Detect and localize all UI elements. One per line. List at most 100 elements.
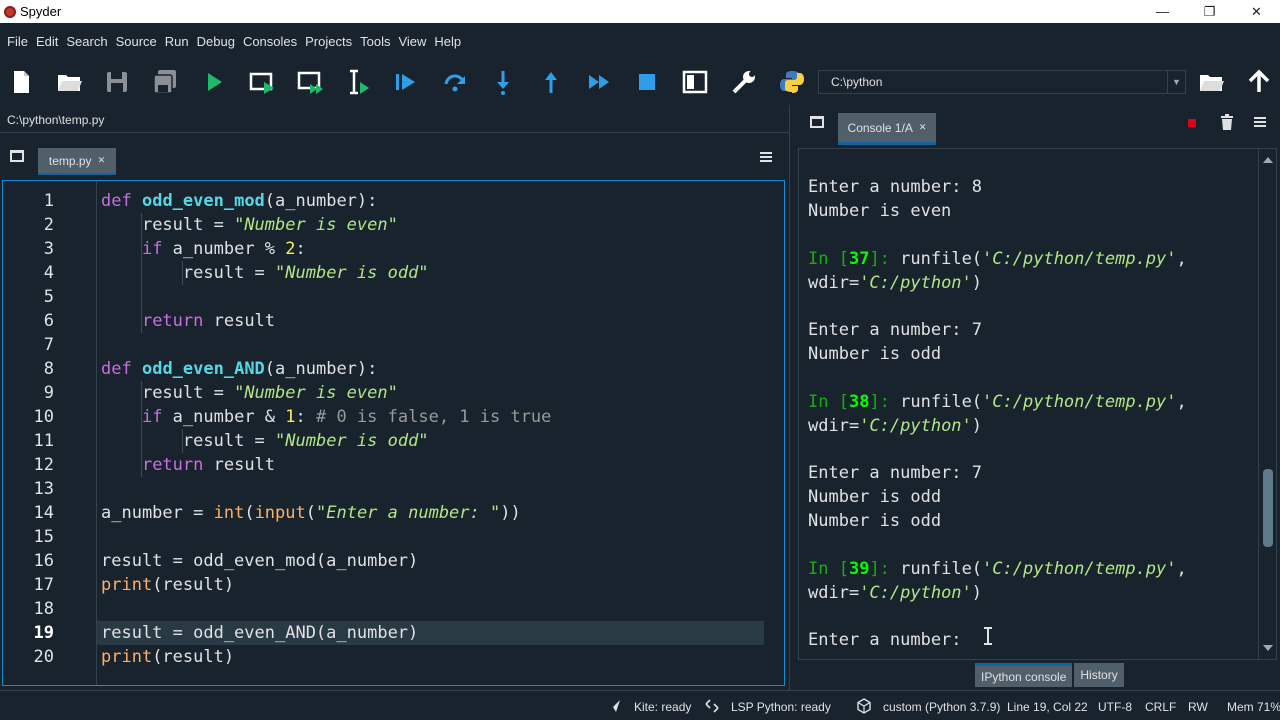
menu-edit[interactable]: Edit: [32, 34, 62, 49]
menu-debug[interactable]: Debug: [193, 34, 239, 49]
menu-tools[interactable]: Tools: [356, 34, 394, 49]
browse-directory-icon[interactable]: [1195, 67, 1227, 97]
close-tab-icon[interactable]: ✕: [98, 155, 106, 166]
tab-history[interactable]: History: [1074, 663, 1124, 687]
tab-ipython-console[interactable]: IPython console: [975, 663, 1073, 687]
menu-search[interactable]: Search: [62, 34, 111, 49]
line-number: 14: [33, 503, 54, 523]
code-line: if a_number & 1: # 0 is false, 1 is true: [141, 407, 552, 427]
tab-console-1a[interactable]: Console 1/A ✕: [838, 113, 936, 145]
line-number: 3: [43, 239, 54, 259]
ipython-console[interactable]: Enter a number: 8 Number is even In [37]…: [798, 148, 1277, 660]
menu-bar: File Edit Search Source Run Debug Consol…: [0, 23, 1280, 59]
scroll-up-icon[interactable]: [1263, 157, 1273, 163]
scrollbar-thumb[interactable]: [1263, 469, 1273, 547]
step-return-icon[interactable]: [535, 67, 567, 97]
working-directory-combo[interactable]: C:\python ▼: [818, 70, 1186, 94]
run-icon[interactable]: [198, 67, 230, 97]
continue-icon[interactable]: [583, 67, 615, 97]
save-icon[interactable]: [101, 67, 133, 97]
editor-scrollbar[interactable]: [764, 181, 782, 685]
console-options-menu-icon[interactable]: [1254, 117, 1266, 127]
line-number: 1: [43, 191, 54, 211]
menu-consoles[interactable]: Consoles: [239, 34, 301, 49]
browse-tabs-icon[interactable]: [10, 150, 24, 162]
parent-directory-icon[interactable]: [1243, 67, 1275, 97]
console-output: Number is even: [808, 201, 952, 221]
menu-projects[interactable]: Projects: [301, 34, 356, 49]
browse-console-tabs-icon[interactable]: [810, 116, 824, 128]
save-all-icon[interactable]: [149, 67, 181, 97]
preferences-icon[interactable]: [728, 67, 760, 97]
code-text-area[interactable]: def odd_even_mod(a_number): result = "Nu…: [96, 181, 765, 685]
line-number: 13: [33, 479, 54, 499]
window-title: Spyder: [20, 4, 62, 19]
line-number: 8: [43, 359, 54, 379]
editor-tab-bar: temp.py ✕: [0, 138, 790, 178]
console-bottom-tabs: IPython console History: [975, 663, 1126, 687]
tab-temp-py[interactable]: temp.py ✕: [38, 148, 116, 175]
environment-icon: [857, 698, 871, 714]
line-number: 7: [43, 335, 54, 355]
console-input-prompt[interactable]: Enter a number:: [808, 628, 972, 652]
file-encoding: UTF-8: [1098, 700, 1132, 714]
environment-status[interactable]: custom (Python 3.7.9): [883, 700, 1000, 714]
code-line: print(result): [101, 575, 235, 595]
console-output: Enter a number: 8: [808, 177, 982, 197]
lsp-icon: [705, 699, 719, 713]
open-file-icon[interactable]: [53, 67, 85, 97]
menu-view[interactable]: View: [394, 34, 430, 49]
chevron-down-icon[interactable]: ▼: [1167, 71, 1185, 93]
menu-run[interactable]: Run: [161, 34, 193, 49]
code-line: result = "Number is even": [141, 383, 398, 403]
kite-icon: [608, 700, 620, 712]
step-into-icon[interactable]: [487, 67, 519, 97]
line-number: 16: [33, 551, 54, 571]
maximize-pane-icon[interactable]: [679, 67, 711, 97]
code-editor[interactable]: 1 2 3 4 5 6 7 8 9 10 11 12 13 14 15 16 1…: [2, 180, 785, 686]
menu-help[interactable]: Help: [430, 34, 465, 49]
close-console-tab-icon[interactable]: ✕: [919, 122, 927, 133]
line-number: 9: [43, 383, 54, 403]
file-permissions: RW: [1188, 700, 1208, 714]
run-cell-icon[interactable]: [246, 67, 278, 97]
line-number: 10: [33, 407, 54, 427]
run-cell-advance-icon[interactable]: [294, 67, 326, 97]
scroll-down-icon[interactable]: [1263, 645, 1273, 651]
trash-icon[interactable]: [1220, 114, 1234, 130]
close-window-button[interactable]: ✕: [1233, 0, 1280, 23]
restore-button[interactable]: ❐: [1186, 0, 1233, 23]
console-prompt: In [37]: runfile('C:/python/temp.py',: [808, 249, 1187, 269]
line-number: 5: [43, 287, 54, 307]
lsp-status[interactable]: LSP Python: ready: [731, 700, 831, 714]
line-number: 15: [33, 527, 54, 547]
text-cursor-icon: [984, 627, 992, 645]
kite-status[interactable]: Kite: ready: [634, 700, 691, 714]
minimize-button[interactable]: —: [1139, 0, 1186, 23]
run-selection-icon[interactable]: [342, 67, 374, 97]
stop-icon[interactable]: [631, 67, 663, 97]
console-input: wdir='C:/python'): [808, 583, 983, 603]
interrupt-kernel-icon[interactable]: [1188, 119, 1196, 127]
line-number: 18: [33, 599, 54, 619]
line-number: 6: [43, 311, 54, 331]
editor-options-menu-icon[interactable]: [760, 152, 772, 162]
menu-source[interactable]: Source: [112, 34, 161, 49]
new-file-icon[interactable]: [5, 67, 37, 97]
line-number: 11: [33, 431, 54, 451]
line-number: 20: [33, 647, 54, 667]
pane-splitter[interactable]: [789, 105, 797, 690]
step-icon[interactable]: [439, 67, 471, 97]
memory-usage: Mem 71%: [1227, 700, 1280, 714]
current-line-number: 19: [33, 623, 54, 643]
code-line: if a_number % 2:: [141, 239, 306, 259]
python-path-icon[interactable]: [776, 67, 808, 97]
code-line: result = odd_even_mod(a_number): [101, 551, 419, 571]
code-line: def odd_even_AND(a_number):: [101, 359, 378, 379]
console-prompt: In [38]: runfile('C:/python/temp.py',: [808, 392, 1187, 412]
debug-icon[interactable]: [390, 67, 422, 97]
console-scrollbar[interactable]: [1258, 149, 1276, 659]
line-number: 2: [43, 215, 54, 235]
menu-file[interactable]: File: [3, 34, 32, 49]
code-line: print(result): [101, 647, 235, 667]
